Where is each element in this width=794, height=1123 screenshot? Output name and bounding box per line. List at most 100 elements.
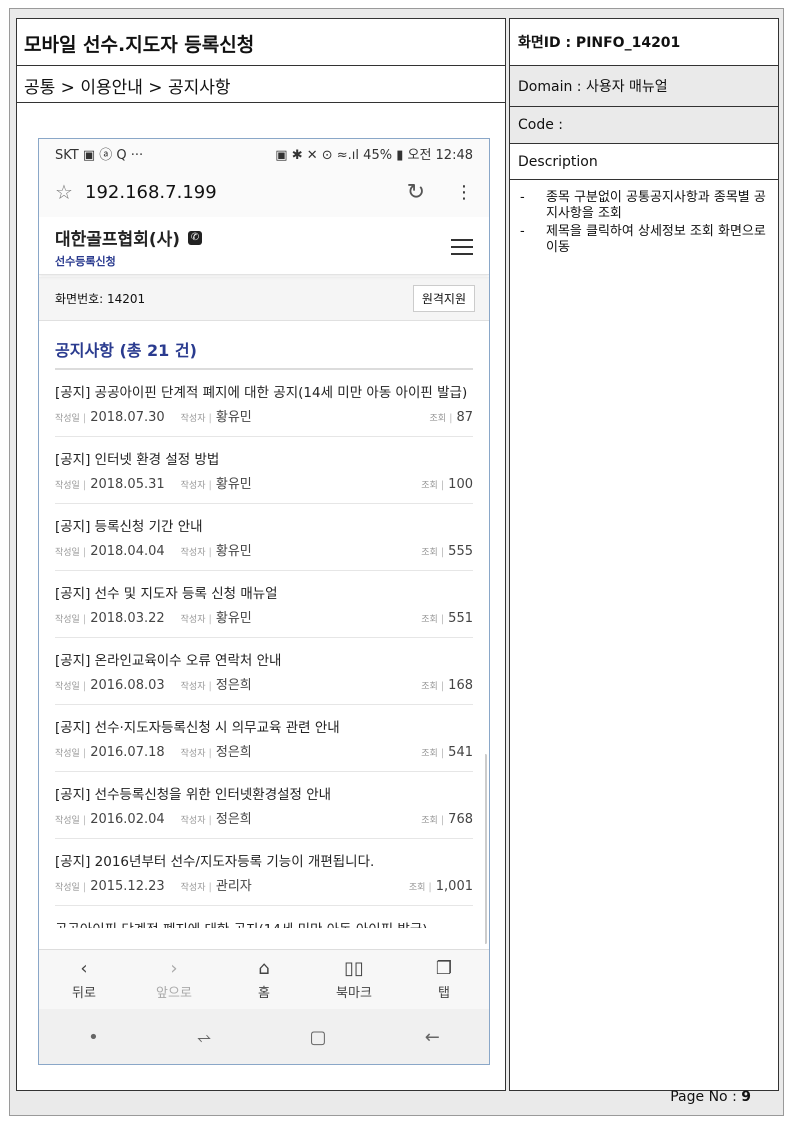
notice-date: 2016.07.18 bbox=[90, 745, 165, 760]
separator: | bbox=[82, 748, 87, 759]
notice-heading: 공지사항 (총 21 건) bbox=[55, 337, 473, 370]
home-icon[interactable]: ▢ bbox=[310, 1027, 327, 1048]
separator: | bbox=[82, 413, 87, 424]
phone-screenshot: SKT ▣ ⓐ Q ··· ▣ ✱ ✕ ⊙ ≈.ıl 45% ▮ 오전 12:4… bbox=[38, 138, 490, 1065]
notice-author: 황유민 bbox=[215, 410, 252, 425]
author-label: 작성자 bbox=[180, 682, 206, 692]
nav-tabs-button[interactable]: ❐ 탭 bbox=[399, 950, 489, 1009]
recent-apps-icon[interactable]: ⥋ bbox=[197, 1027, 211, 1048]
separator: | bbox=[440, 815, 445, 826]
author-label: 작성자 bbox=[180, 749, 206, 759]
screen-panel: 모바일 선수.지도자 등록신청 공통 > 이용안내 > 공지사항 SKT ▣ ⓐ… bbox=[16, 18, 506, 1091]
org-name[interactable]: 대한골프협회(사) bbox=[55, 225, 180, 250]
separator: | bbox=[208, 413, 212, 424]
notice-title[interactable]: [공지] 선수·지도자등록신청 시 의무교육 관련 안내 bbox=[55, 718, 473, 738]
notice-views: 87 bbox=[456, 410, 473, 425]
phone-icon[interactable]: ✆ bbox=[188, 230, 203, 245]
browser-url-bar[interactable]: ☆ 192.168.7.199 ↻ ⋮ bbox=[39, 167, 489, 217]
notice-author: 황유민 bbox=[215, 544, 252, 559]
notice-title[interactable]: [공지] 선수 및 지도자 등록 신청 매뉴얼 bbox=[55, 584, 473, 604]
notice-title[interactable]: [공지] 공공아이핀 단계적 폐지에 대한 공지(14세 미만 아동 아이핀 발… bbox=[55, 383, 473, 403]
views-group: 조회 | 168 bbox=[421, 678, 473, 693]
views-label: 조회 bbox=[429, 414, 447, 424]
domain-field: Domain : 사용자 매뉴얼 bbox=[510, 66, 778, 107]
separator: | bbox=[449, 413, 453, 424]
views-group: 조회 | 555 bbox=[421, 544, 473, 559]
menu-icon[interactable] bbox=[451, 239, 473, 255]
notice-item[interactable]: [공지] 선수등록신청을 위한 인터넷환경설정 안내 작성일 | 2016.02.04… bbox=[55, 772, 473, 839]
notice-views: 100 bbox=[448, 477, 473, 492]
notice-item[interactable]: [공지] 2016년부터 선수/지도자등록 기능이 개편됩니다. 작성일 | 2015… bbox=[55, 839, 473, 906]
notice-title[interactable]: [공지] 등록신청 기간 안내 bbox=[55, 517, 473, 537]
date-label: 작성일 bbox=[55, 816, 80, 826]
nav-home-button[interactable]: ⌂ 홈 bbox=[219, 950, 309, 1009]
nav-bookmark-label[interactable]: 북마크 bbox=[336, 982, 372, 1001]
separator: | bbox=[208, 547, 212, 558]
nav-back-icon[interactable]: ‹ bbox=[80, 958, 87, 982]
nav-back-button[interactable]: ‹ 뒤로 bbox=[39, 950, 129, 1009]
separator: | bbox=[82, 815, 87, 826]
separator: | bbox=[440, 681, 445, 692]
back-arrow-icon[interactable]: ← bbox=[425, 1027, 440, 1048]
description-text: 종목 구분없이 공통공지사항과 종목별 공지사항을 조회 bbox=[546, 190, 766, 221]
description-body: - 종목 구분없이 공통공지사항과 종목별 공지사항을 조회 - 제목을 클릭하여 상… bbox=[510, 180, 778, 256]
nav-forward-button[interactable]: › 앞으로 bbox=[129, 950, 219, 1009]
scrollbar[interactable] bbox=[484, 754, 487, 944]
notice-date: 2016.08.03 bbox=[90, 678, 165, 693]
description-label: Description bbox=[510, 144, 778, 180]
notice-title[interactable]: [공지] 온라인교육이수 오류 연락처 안내 bbox=[55, 651, 473, 671]
nav-back-label[interactable]: 뒤로 bbox=[72, 982, 96, 1001]
more-icon[interactable]: ⋮ bbox=[455, 182, 473, 203]
nav-forward-icon[interactable]: › bbox=[170, 958, 177, 982]
screen-id: 화면ID : PINFO_14201 bbox=[510, 19, 778, 66]
nav-home-icon[interactable]: ⌂ bbox=[258, 958, 269, 982]
views-group: 조회 | 1,001 bbox=[409, 879, 473, 894]
notice-item[interactable]: [공지] 인터넷 환경 설정 방법 작성일 | 2018.05.31 작성자 | 황유민 조회… bbox=[55, 437, 473, 504]
notice-meta: 작성일 | 2018.04.04 작성자 | 황유민 조회 | 555 bbox=[55, 540, 473, 559]
notice-author: 황유민 bbox=[215, 477, 252, 492]
status-right: ▣ ✱ ✕ ⊙ ≈.ıl 45% ▮ 오전 12:48 bbox=[275, 147, 473, 163]
notice-meta: 작성일 | 2018.03.22 작성자 | 황유민 조회 | 551 bbox=[55, 607, 473, 626]
views-label: 조회 bbox=[421, 615, 438, 625]
notice-item[interactable]: [공지] 등록신청 기간 안내 작성일 | 2018.04.04 작성자 | 황유민 조회 | 5… bbox=[55, 504, 473, 571]
document-sheet: 모바일 선수.지도자 등록신청 공통 > 이용안내 > 공지사항 SKT ▣ ⓐ… bbox=[9, 8, 784, 1116]
author-label: 작성자 bbox=[180, 816, 206, 826]
separator: | bbox=[440, 547, 445, 558]
nav-bookmark-icon[interactable]: ▯▯ bbox=[344, 958, 364, 982]
notice-title[interactable]: [공지] 선수등록신청을 위한 인터넷환경설정 안내 bbox=[55, 785, 473, 805]
notice-item[interactable]: [공지] 온라인교육이수 오류 연락처 안내 작성일 | 2016.08.03 작성자 |… bbox=[55, 638, 473, 705]
date-label: 작성일 bbox=[55, 615, 80, 625]
notice-views: 555 bbox=[448, 544, 473, 559]
reload-icon[interactable]: ↻ bbox=[407, 180, 425, 205]
separator: | bbox=[208, 882, 212, 893]
site-subtitle: 선수등록신청 bbox=[55, 255, 116, 268]
nav-bookmark-button[interactable]: ▯▯ 북마크 bbox=[309, 950, 399, 1009]
notice-author: 정은희 bbox=[215, 678, 252, 693]
nav-tabs-label[interactable]: 탭 bbox=[438, 982, 450, 1001]
nav-home-label[interactable]: 홈 bbox=[258, 982, 270, 1001]
notice-date: 2018.03.22 bbox=[90, 611, 165, 626]
author-label: 작성자 bbox=[180, 615, 206, 625]
notice-item[interactable]: [공지] 선수 및 지도자 등록 신청 매뉴얼작성일 | 2018.03.22 작성자… bbox=[55, 571, 473, 638]
separator: | bbox=[208, 614, 212, 625]
nav-tabs-icon[interactable]: ❐ bbox=[436, 958, 452, 982]
notice-item[interactable]: [공지] 공공아이핀 단계적 폐지에 대한 공지(14세 미만 아동 아이핀 발… bbox=[55, 370, 473, 437]
notice-date: 2018.04.04 bbox=[90, 544, 165, 559]
notice-meta: 작성일 | 2018.07.30 작성자 | 황유민 조회 | 87 bbox=[55, 406, 473, 425]
author-label: 작성자 bbox=[180, 481, 206, 491]
partial-notice-title[interactable]: 공공아이핀 단계적 폐지에 대한 공지(14세 미만 아동 아이핀 발급) bbox=[39, 906, 489, 928]
url-text[interactable]: 192.168.7.199 bbox=[85, 182, 407, 203]
nav-forward-label[interactable]: 앞으로 bbox=[156, 982, 192, 1001]
notice-date: 2018.07.30 bbox=[90, 410, 165, 425]
notice-views: 768 bbox=[448, 812, 473, 827]
remote-support-button[interactable]: 원격지원 bbox=[412, 285, 475, 312]
star-icon[interactable]: ☆ bbox=[55, 180, 75, 204]
notice-item[interactable]: [공지] 선수·지도자등록신청 시 의무교육 관련 안내 작성일 | 2016.07.… bbox=[55, 705, 473, 772]
screen-number: 화면번호: 14201 bbox=[55, 292, 146, 306]
notice-author: 관리자 bbox=[215, 879, 252, 894]
notice-date: 2018.05.31 bbox=[90, 477, 165, 492]
notice-title[interactable]: [공지] 인터넷 환경 설정 방법 bbox=[55, 450, 473, 470]
description-item: - 종목 구분없이 공통공지사항과 종목별 공지사항을 조회 bbox=[518, 190, 770, 222]
notice-title[interactable]: [공지] 2016년부터 선수/지도자등록 기능이 개편됩니다. bbox=[55, 852, 473, 872]
screen-number-bar: 화면번호: 14201 원격지원 bbox=[39, 277, 489, 321]
